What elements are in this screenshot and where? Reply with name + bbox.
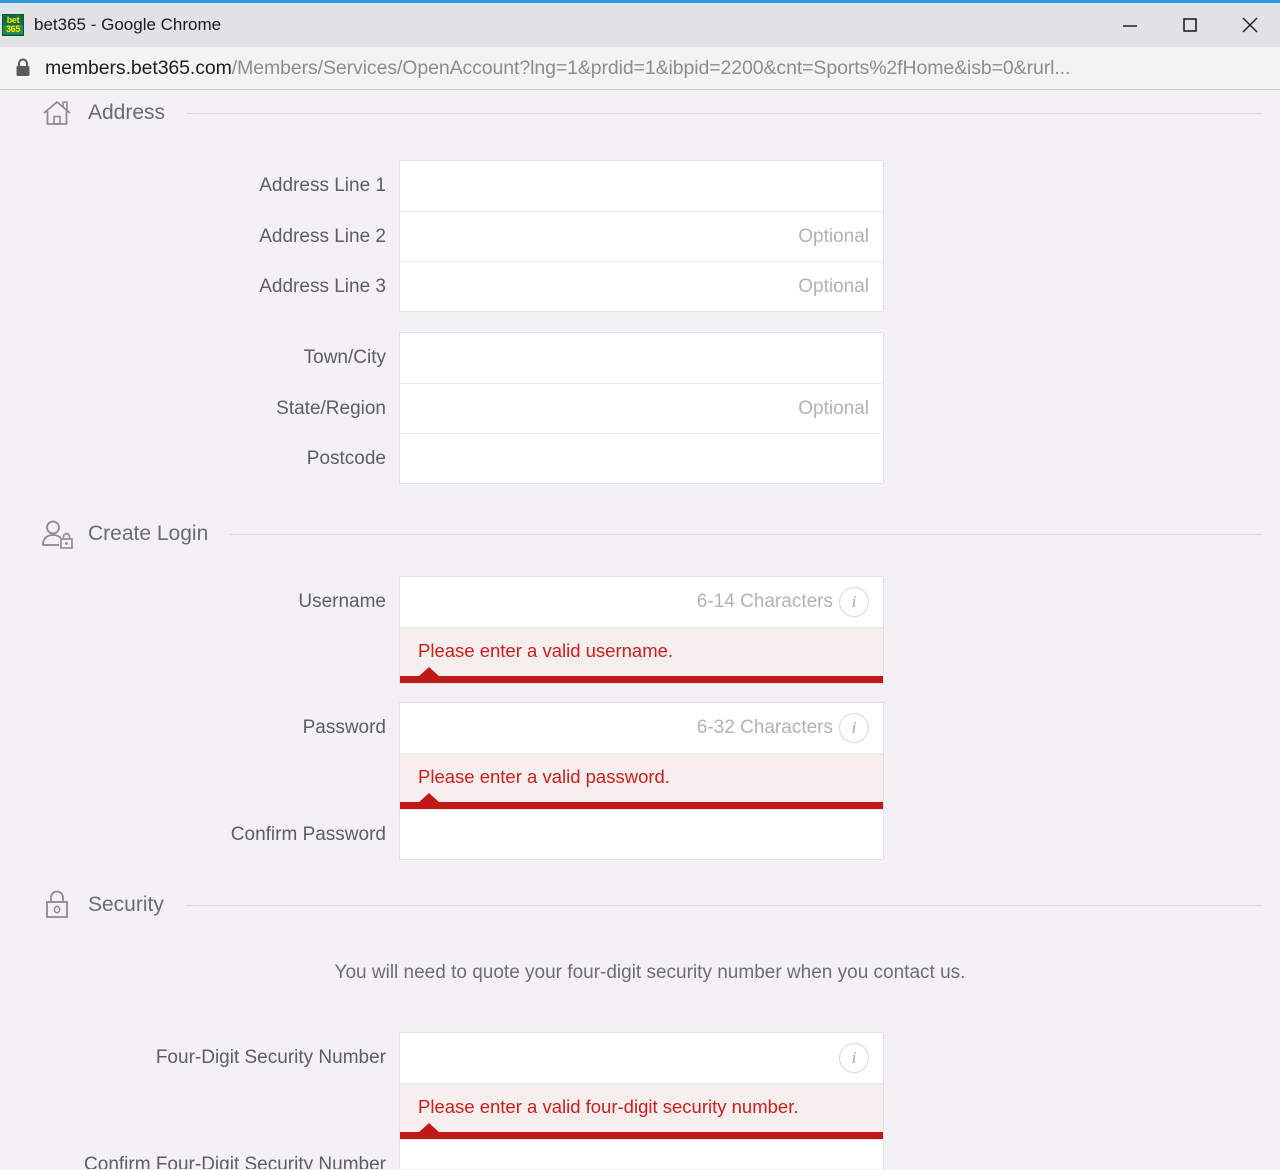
address-bar[interactable]: members.bet365.com/Members/Services/Open… xyxy=(0,47,1280,90)
label-address-line-1: Address Line 1 xyxy=(259,175,386,196)
user-lock-icon xyxy=(40,517,74,551)
password-input[interactable] xyxy=(400,703,839,753)
password-group: Password i Please enter a valid password… xyxy=(231,702,884,860)
section-header-security: Security xyxy=(0,888,1280,922)
window-titlebar[interactable]: bet 365 bet365 - Google Chrome xyxy=(0,3,1280,47)
label-town-city: Town/City xyxy=(303,347,386,368)
confirm-password-input[interactable] xyxy=(400,810,883,859)
url-display[interactable]: members.bet365.com/Members/Services/Open… xyxy=(45,57,1070,80)
field-row-town-city[interactable]: Town/City xyxy=(304,333,883,383)
security-number-group: Four-Digit Security Number i Please ente… xyxy=(84,1032,884,1169)
confirm-four-digit-security-number-input[interactable] xyxy=(400,1140,883,1169)
field-row-password[interactable]: Password i xyxy=(303,703,883,753)
section-header-create-login: Create Login xyxy=(0,517,1280,551)
password-error-message: Please enter a valid password. xyxy=(418,766,670,787)
field-row-address-line-1[interactable]: Address Line 1 xyxy=(259,161,883,211)
info-icon[interactable]: i xyxy=(839,587,869,617)
field-row-address-line-3[interactable]: Address Line 3 xyxy=(259,261,883,311)
field-row-confirm-password[interactable]: Confirm Password xyxy=(231,809,883,859)
field-row-postcode[interactable]: Postcode xyxy=(307,433,883,483)
town-city-input[interactable] xyxy=(400,333,883,383)
label-state-region: State/Region xyxy=(276,397,386,419)
label-password: Password xyxy=(302,717,386,738)
window-title: bet365 - Google Chrome xyxy=(34,15,222,34)
section-divider-security xyxy=(185,904,1262,906)
username-error-bar xyxy=(400,667,883,683)
url-host: members.bet365.com xyxy=(45,56,232,79)
state-region-input[interactable] xyxy=(400,384,883,433)
field-row-state-region[interactable]: State/Region xyxy=(276,383,883,433)
password-error-bar xyxy=(400,793,883,809)
four-digit-error-block: Please enter a valid four-digit security… xyxy=(400,1083,883,1139)
security-note: You will need to quote your four-digit s… xyxy=(334,962,966,983)
section-divider-create-login xyxy=(230,533,1262,535)
info-icon[interactable]: i xyxy=(839,713,869,743)
username-error-message: Please enter a valid username. xyxy=(418,640,674,661)
address-line-2-input[interactable] xyxy=(400,212,883,261)
label-postcode: Postcode xyxy=(306,447,386,469)
page-content: Address Address Line 1 Address Line 2 Ad… xyxy=(0,90,1280,1169)
town-state-postcode-group: Town/City State/Region Postcode xyxy=(276,332,884,484)
minimize-button[interactable] xyxy=(1100,3,1160,47)
url-path: /Members/Services/OpenAccount?lng=1&prdi… xyxy=(231,56,1071,79)
error-pointer-triangle xyxy=(418,1123,440,1133)
error-pointer-triangle xyxy=(418,667,440,677)
info-icon[interactable]: i xyxy=(839,1043,869,1073)
field-row-address-line-2[interactable]: Address Line 2 xyxy=(259,211,883,261)
browser-window: bet 365 bet365 - Google Chrome members.b… xyxy=(0,0,1280,1170)
field-row-four-digit-security-number[interactable]: Four-Digit Security Number i xyxy=(156,1033,883,1083)
lock-icon xyxy=(12,57,34,79)
postcode-input[interactable] xyxy=(400,434,883,483)
four-digit-security-number-input[interactable] xyxy=(400,1033,839,1083)
bet365-favicon: bet 365 xyxy=(2,14,24,36)
label-confirm-four-digit-security-number: Confirm Four-Digit Security Number xyxy=(84,1153,386,1170)
field-row-username[interactable]: Username i xyxy=(298,577,883,627)
password-error-block: Please enter a valid password. xyxy=(400,753,883,809)
four-digit-error-message: Please enter a valid four-digit security… xyxy=(418,1096,799,1117)
section-header-address: Address xyxy=(0,96,1280,130)
label-address-line-2: Address Line 2 xyxy=(259,225,386,247)
maximize-button[interactable] xyxy=(1160,3,1220,47)
close-button[interactable] xyxy=(1220,3,1280,47)
username-group: Username i Please enter a valid username… xyxy=(298,576,884,684)
section-title-security: Security xyxy=(88,893,164,916)
padlock-icon xyxy=(40,888,74,922)
label-username: Username xyxy=(298,591,386,612)
address-line-1-input[interactable] xyxy=(400,161,883,211)
label-four-digit-security-number: Four-Digit Security Number xyxy=(155,1047,386,1068)
error-pointer-triangle xyxy=(418,793,440,803)
four-digit-error-bar xyxy=(400,1123,883,1139)
username-input[interactable] xyxy=(400,577,839,627)
address-line-3-input[interactable] xyxy=(400,262,883,311)
field-row-confirm-four-digit-security-number[interactable]: Confirm Four-Digit Security Number xyxy=(84,1139,883,1169)
section-title-address: Address xyxy=(88,101,166,124)
window-controls xyxy=(1100,3,1280,47)
label-confirm-password: Confirm Password xyxy=(230,823,386,845)
address-lines-group: Address Line 1 Address Line 2 Address Li… xyxy=(259,160,884,312)
favicon-bottom-text: 365 xyxy=(3,25,23,34)
section-divider-address xyxy=(187,112,1262,114)
label-address-line-3: Address Line 3 xyxy=(259,275,386,297)
section-title-create-login: Create Login xyxy=(88,522,209,545)
username-error-block: Please enter a valid username. xyxy=(400,627,883,683)
home-icon xyxy=(40,96,74,130)
